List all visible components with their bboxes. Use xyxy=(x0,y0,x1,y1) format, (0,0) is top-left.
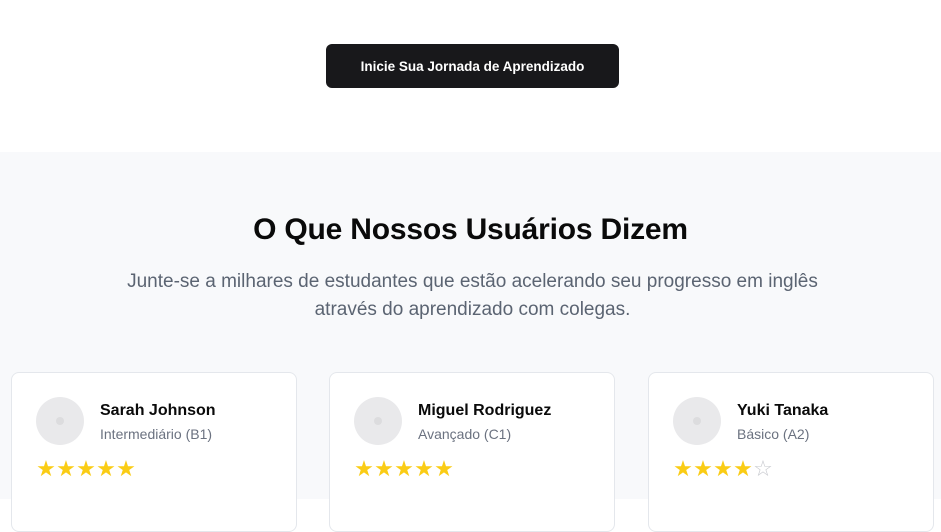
star-empty-icon: ☆ xyxy=(753,457,773,482)
user-name: Miguel Rodriguez xyxy=(418,402,552,419)
star-filled-icon: ★ xyxy=(414,457,434,482)
hero-section: Inicie Sua Jornada de Aprendizado xyxy=(0,0,941,152)
star-filled-icon: ★ xyxy=(394,457,414,482)
star-filled-icon: ★ xyxy=(96,457,116,482)
user-level: Básico (A2) xyxy=(737,426,810,442)
star-filled-icon: ★ xyxy=(354,457,374,482)
star-filled-icon: ★ xyxy=(733,457,753,482)
star-filled-icon: ★ xyxy=(673,457,693,482)
avatar-placeholder-icon xyxy=(374,417,382,425)
subtitle-line-2: através do aprendizado com colegas. xyxy=(314,299,631,320)
rating-stars: ★ ★ ★ ★ ★ xyxy=(354,459,454,481)
star-filled-icon: ★ xyxy=(116,457,136,482)
avatar xyxy=(354,397,402,445)
subtitle-line-1: Junte-se a milhares de estudantes que es… xyxy=(127,271,818,292)
avatar xyxy=(36,397,84,445)
avatar-placeholder-icon xyxy=(56,417,64,425)
section-subtitle: Junte-se a milhares de estudantes que es… xyxy=(80,268,865,324)
testimonial-card: Sarah Johnson Intermediário (B1) ★ ★ ★ ★ ★ xyxy=(11,372,297,532)
star-filled-icon: ★ xyxy=(374,457,394,482)
section-title: O Que Nossos Usuários Dizem xyxy=(253,213,688,246)
star-filled-icon: ★ xyxy=(76,457,96,482)
avatar xyxy=(673,397,721,445)
testimonial-card: Yuki Tanaka Básico (A2) ★ ★ ★ ★ ☆ xyxy=(648,372,934,532)
user-level: Avançado (C1) xyxy=(418,426,512,442)
user-level: Intermediário (B1) xyxy=(100,426,213,442)
user-name: Sarah Johnson xyxy=(100,402,216,419)
rating-stars: ★ ★ ★ ★ ☆ xyxy=(673,459,773,481)
star-filled-icon: ★ xyxy=(693,457,713,482)
testimonial-card: Miguel Rodriguez Avançado (C1) ★ ★ ★ ★ ★ xyxy=(329,372,615,532)
star-filled-icon: ★ xyxy=(56,457,76,482)
star-filled-icon: ★ xyxy=(713,457,733,482)
star-filled-icon: ★ xyxy=(36,457,56,482)
star-filled-icon: ★ xyxy=(434,457,454,482)
start-journey-button[interactable]: Inicie Sua Jornada de Aprendizado xyxy=(326,44,619,88)
rating-stars: ★ ★ ★ ★ ★ xyxy=(36,459,136,481)
avatar-placeholder-icon xyxy=(693,417,701,425)
user-name: Yuki Tanaka xyxy=(737,402,829,419)
